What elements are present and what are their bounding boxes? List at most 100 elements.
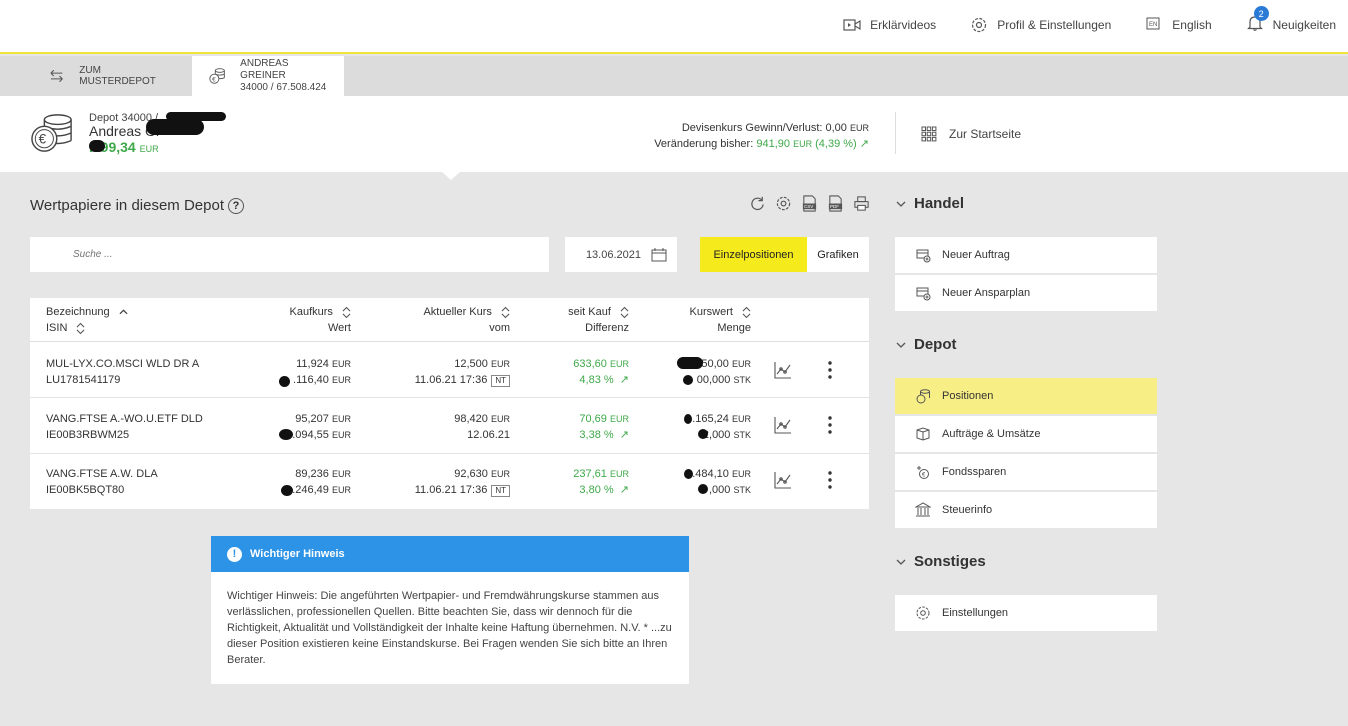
sort-asc-icon — [119, 308, 128, 314]
bank-building-icon — [915, 502, 931, 517]
col-kurswert-label: Kurswert — [689, 306, 733, 318]
col-kaufkurs-header[interactable]: Kaufkurs Wert — [240, 304, 351, 336]
security-name: VANG.FTSE A.-WO.U.ETF DLD — [46, 413, 203, 425]
security-isin: IE00B3RBWM25 — [46, 429, 130, 441]
calendar-icon — [651, 247, 667, 261]
grafiken-button[interactable]: Grafiken — [807, 237, 869, 272]
sidebar-neuer-ansparplan-label: Neuer Ansparplan — [942, 287, 1031, 299]
tab-account-name: ANDREAS GREINER — [240, 58, 289, 81]
coins-stack-icon: € — [31, 114, 72, 152]
date-picker[interactable]: 13.06.2021 — [565, 237, 677, 272]
erklaervideos-link[interactable]: Erklärvideos — [843, 16, 936, 34]
section-title-text: Wertpapiere in diesem Depot — [30, 197, 224, 214]
sidebar-sonstiges-label: Sonstiges — [914, 553, 986, 570]
sort-icon — [620, 306, 629, 318]
unit: EUR — [490, 469, 510, 479]
diff-value: 633,60 — [573, 358, 607, 370]
fx-label: Devisenkurs Gewinn/Verlust: — [681, 122, 823, 134]
table-row[interactable]: MUL-LYX.CO.MSCI WLD DR A LU1781541179 11… — [30, 343, 869, 398]
tab-account[interactable]: € ANDREAS GREINER 34000 / 67.508.424 — [192, 56, 344, 96]
sidebar-item-auftraege[interactable]: Aufträge & Umsätze — [895, 416, 1157, 453]
sidebar-section-sonstiges[interactable]: Sonstiges — [896, 553, 986, 570]
chart-icon[interactable] — [774, 416, 792, 434]
menge-value: ,000 — [709, 484, 731, 496]
kurswert-value: .484,10 — [692, 468, 729, 480]
notice-body: Wichtiger Hinweis: Die angeführten Wertp… — [211, 572, 689, 668]
change-label: Veränderung bisher: — [654, 138, 754, 150]
more-options-icon[interactable] — [827, 416, 833, 434]
refresh-icon[interactable] — [749, 195, 766, 212]
col-aktueller-kurs-label: Aktueller Kurs — [423, 306, 492, 318]
sidebar-item-neuer-ansparplan[interactable]: Neuer Ansparplan — [895, 275, 1157, 312]
sidebar-section-handel[interactable]: Handel — [896, 195, 964, 212]
sort-icon — [76, 322, 85, 334]
security-name: VANG.FTSE A.W. DLA — [46, 468, 158, 480]
csv-export-icon[interactable]: CSV — [801, 195, 818, 212]
redaction — [279, 376, 290, 387]
kaufkurs-cell: 95,207 EUR .094,55 EUR — [240, 411, 351, 443]
print-icon[interactable] — [853, 195, 870, 212]
unit: EUR — [731, 414, 751, 424]
svg-text:PDF: PDF — [830, 204, 839, 209]
security-cell: VANG.FTSE A.W. DLA IE00BK5BQT80 — [46, 466, 158, 498]
profil-einstellungen-link[interactable]: Profil & Einstellungen — [970, 16, 1111, 34]
more-options-icon[interactable] — [827, 361, 833, 379]
pdf-export-icon[interactable]: PDF — [827, 195, 844, 212]
sidebar-item-neuer-auftrag[interactable]: Neuer Auftrag — [895, 237, 1157, 274]
help-icon[interactable]: ? — [228, 197, 244, 214]
neuigkeiten-label: Neuigkeiten — [1272, 17, 1336, 32]
col-seit-kauf-header[interactable]: seit Kauf Differenz — [530, 304, 629, 336]
unit: EUR — [331, 359, 351, 369]
wert-value: .116,40 — [293, 374, 329, 386]
sidebar-item-positionen[interactable]: Positionen — [895, 378, 1157, 415]
more-options-icon[interactable] — [827, 471, 833, 489]
sidebar-item-steuerinfo[interactable]: Steuerinfo — [895, 492, 1157, 529]
fx-value: 0,00 — [825, 122, 847, 134]
table-row[interactable]: VANG.FTSE A.W. DLA IE00BK5BQT80 89,236 E… — [30, 454, 869, 509]
sidebar-item-fondssparen[interactable]: € Fondssparen — [895, 454, 1157, 491]
sidebar-item-einstellungen[interactable]: Einstellungen — [895, 595, 1157, 632]
security-isin: LU1781541179 — [46, 374, 121, 386]
svg-text:CSV: CSV — [804, 204, 813, 209]
unit: EUR — [331, 430, 351, 440]
sidebar-einstellungen-label: Einstellungen — [942, 607, 1009, 619]
fx-summary: Devisenkurs Gewinn/Verlust: 0,00 EUR Ver… — [654, 120, 869, 152]
search-input[interactable] — [30, 237, 549, 272]
redaction — [684, 414, 692, 424]
kurs-cell: 12,500 EUR 11.06.21 17:36 NT — [370, 356, 510, 388]
diff-percent: 3,38 % — [579, 429, 614, 441]
language-link[interactable]: EN English — [1145, 16, 1212, 34]
einzelpositionen-button[interactable]: Einzelpositionen — [700, 237, 807, 272]
notice-text: Wichtiger Hinweis: Die angeführten Wertp… — [227, 590, 660, 634]
bell-icon: 2 — [1246, 6, 1269, 35]
date-value: 13.06.2021 — [585, 248, 641, 261]
col-seit-kauf-label: seit Kauf — [568, 306, 611, 318]
diff-value: 70,69 — [579, 413, 607, 425]
security-isin: IE00BK5BQT80 — [46, 484, 125, 496]
redaction — [683, 375, 693, 385]
box-icon — [916, 427, 930, 441]
settings-icon[interactable] — [775, 195, 792, 212]
security-name: MUL-LYX.CO.MSCI WLD DR A — [46, 358, 200, 370]
startseite-link[interactable]: Zur Startseite — [921, 126, 1021, 142]
col-kurswert-header[interactable]: Kurswert Menge — [650, 304, 751, 336]
sidebar-depot-label: Depot — [914, 336, 957, 353]
unit: EUR — [331, 469, 351, 479]
sidebar-section-depot[interactable]: Depot — [896, 336, 957, 353]
unit: EUR — [331, 485, 351, 495]
kaufkurs-cell: 89,236 EUR .246,49 EUR — [240, 466, 351, 498]
table-row[interactable]: VANG.FTSE A.-WO.U.ETF DLD IE00B3RBWM25 9… — [30, 399, 869, 454]
chevron-down-icon — [896, 559, 906, 565]
trend-up-icon: ↗ — [616, 429, 629, 441]
neuigkeiten-link[interactable]: 2 Neuigkeiten — [1246, 6, 1336, 35]
unit: EUR — [490, 359, 510, 369]
tab-musterdepot[interactable]: ZUM MUSTERDEPOT — [32, 56, 192, 96]
chart-icon[interactable] — [774, 471, 792, 489]
chart-icon[interactable] — [774, 361, 792, 379]
tab-account-text: ANDREAS GREINER 34000 / 67.508.424 — [240, 58, 328, 94]
col-bezeichnung-header[interactable]: Bezeichnung ISIN — [46, 304, 128, 336]
diff-percent: 4,83 % — [579, 374, 614, 386]
gear-icon — [972, 17, 987, 32]
col-aktueller-kurs-header[interactable]: Aktueller Kurs vom — [370, 304, 510, 336]
kurs-value: 12,500 — [454, 358, 488, 370]
